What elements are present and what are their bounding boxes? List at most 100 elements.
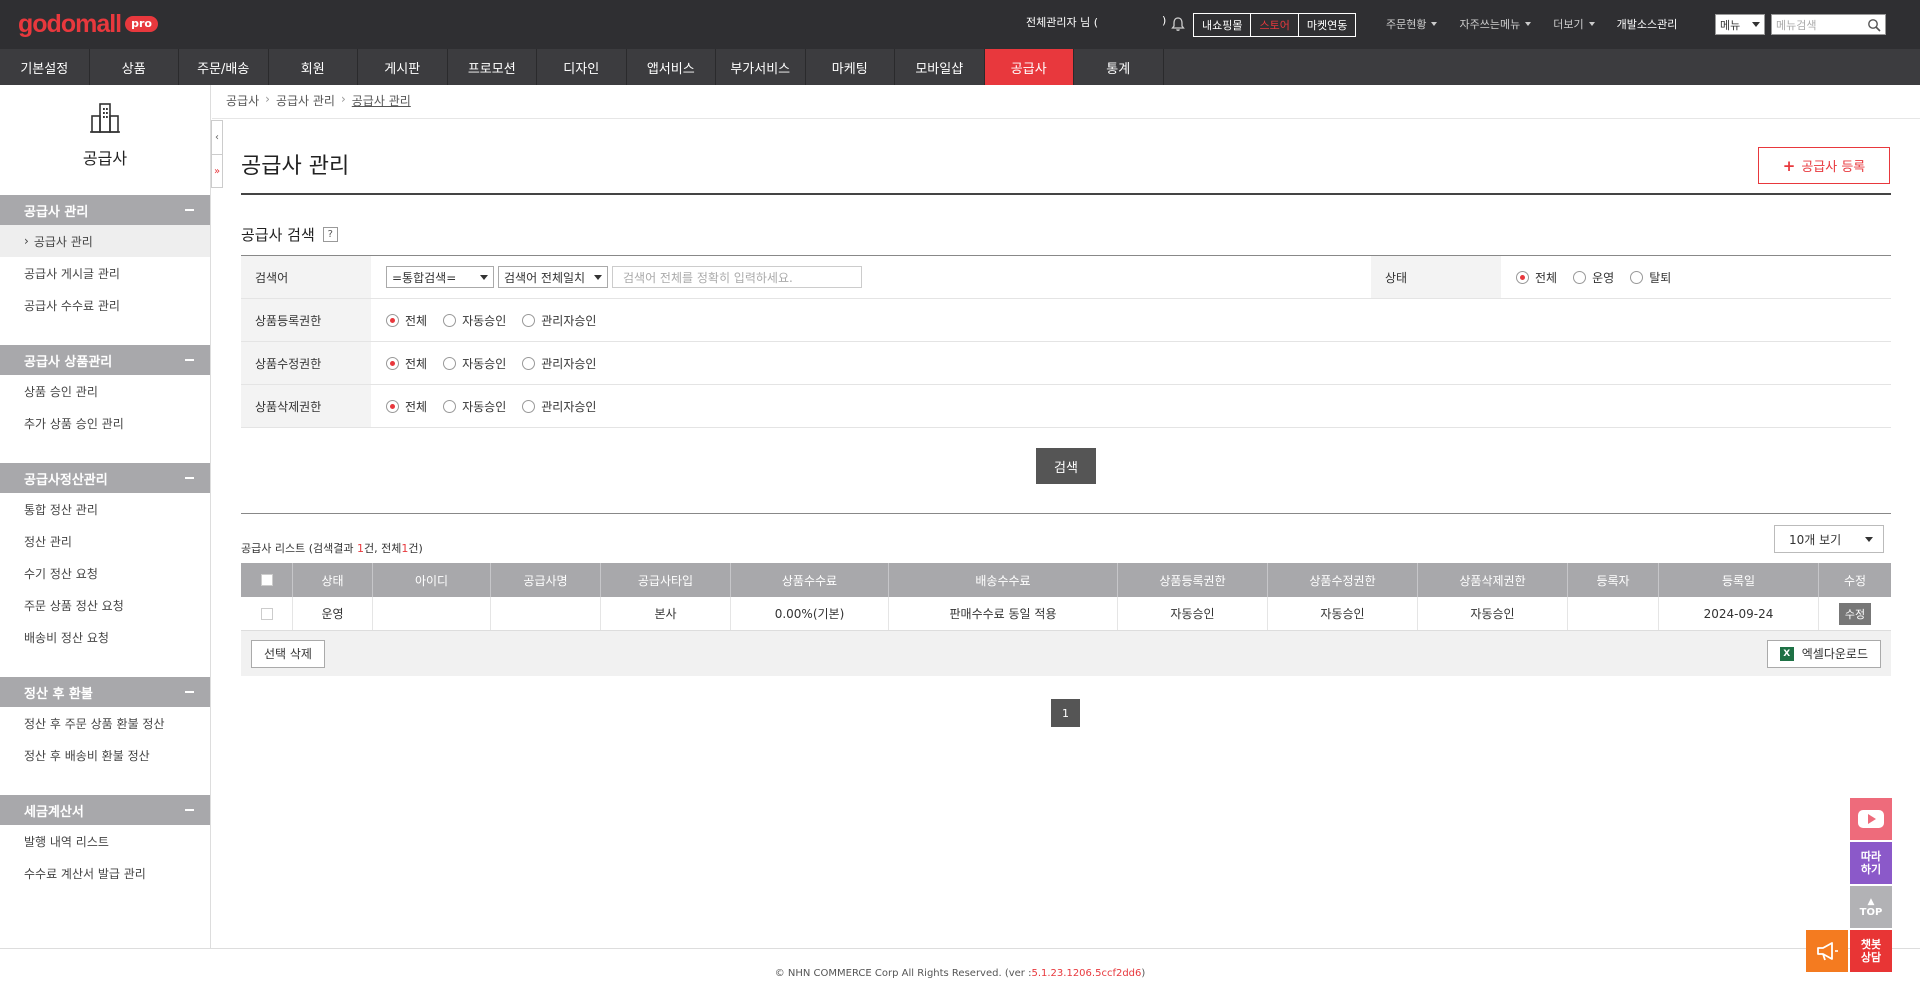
search-icon[interactable] bbox=[1867, 18, 1881, 32]
keyword-input[interactable]: 검색어 전체를 정확히 입력하세요. bbox=[612, 266, 862, 288]
del-perm-radio-all[interactable]: 전체 bbox=[386, 398, 427, 415]
page-size-select[interactable]: 10개 보기 bbox=[1774, 525, 1884, 553]
list-caption: 공급사 리스트 (검색결과 1건, 전체1건) bbox=[241, 540, 423, 556]
sidebar-group-title[interactable]: 정산 후 환불 bbox=[0, 677, 210, 707]
edit-perm-radio-admin[interactable]: 관리자승인 bbox=[522, 355, 596, 372]
nav-supplier[interactable]: 공급사 bbox=[984, 49, 1074, 85]
follow-along-button[interactable]: 따라 하기 bbox=[1850, 842, 1892, 884]
menu-select[interactable]: 메뉴 bbox=[1715, 14, 1765, 35]
search-button[interactable]: 검색 bbox=[1036, 448, 1096, 484]
chatbot-button[interactable]: 챗봇 상담 bbox=[1850, 930, 1892, 972]
sidebar-item-fee-invoice[interactable]: 수수료 계산서 발급 관리 bbox=[0, 857, 210, 889]
sidebar-item-supplier-posts[interactable]: 공급사 게시글 관리 bbox=[0, 257, 210, 289]
more-link[interactable]: 더보기 bbox=[1553, 16, 1595, 32]
logo[interactable]: godomall pro bbox=[18, 10, 158, 38]
chevron-down-icon bbox=[1865, 537, 1873, 542]
reg-perm-radio-all[interactable]: 전체 bbox=[386, 312, 427, 329]
sidebar-group-supplier-mgmt: 공급사 관리 공급사 관리 공급사 게시글 관리 공급사 수수료 관리 bbox=[0, 195, 210, 321]
del-perm-radio-admin[interactable]: 관리자승인 bbox=[522, 398, 596, 415]
top-buttons: 내쇼핑몰 스토어 마켓연동 bbox=[1193, 13, 1357, 37]
sidebar-item-integrated-settlement[interactable]: 통합 정산 관리 bbox=[0, 493, 210, 525]
keyword-cell: =통합검색= 검색어 전체일치 검색어 전체를 정확히 입력하세요. bbox=[371, 256, 1371, 298]
breadcrumb-current[interactable]: 공급사 관리 bbox=[352, 92, 411, 109]
market-link-button[interactable]: 마켓연동 bbox=[1297, 13, 1357, 37]
youtube-button[interactable] bbox=[1850, 798, 1892, 840]
nav-app-service[interactable]: 앱서비스 bbox=[627, 49, 716, 85]
result-count: 1 bbox=[356, 542, 364, 555]
help-icon[interactable]: ? bbox=[322, 227, 338, 242]
store-button[interactable]: 스토어 bbox=[1250, 13, 1299, 37]
sidebar-group-title[interactable]: 세금계산서 bbox=[0, 795, 210, 825]
register-supplier-button[interactable]: + 공급사 등록 bbox=[1758, 147, 1890, 184]
logo-badge: pro bbox=[125, 16, 158, 32]
reg-perm-radio-admin[interactable]: 관리자승인 bbox=[522, 312, 596, 329]
edit-perm-radio-all[interactable]: 전체 bbox=[386, 355, 427, 372]
sidebar-item-supplier-mgmt[interactable]: 공급사 관리 bbox=[0, 225, 210, 257]
breadcrumb-item[interactable]: 공급사 관리 bbox=[276, 92, 335, 109]
page-title: 공급사 관리 bbox=[241, 154, 350, 179]
announcement-button[interactable] bbox=[1806, 930, 1848, 972]
menu-search-input[interactable]: 메뉴검색 bbox=[1771, 14, 1886, 35]
sidebar-item-shipping-settlement[interactable]: 배송비 정산 요청 bbox=[0, 621, 210, 653]
nav-statistics[interactable]: 통계 bbox=[1074, 49, 1164, 85]
sidebar-scroll-icon[interactable]: » bbox=[212, 155, 222, 188]
breadcrumb-item[interactable]: 공급사 bbox=[226, 92, 259, 109]
sidebar-collapse-icon[interactable]: ‹ bbox=[212, 121, 222, 155]
frequent-menu-label: 자주쓰는메뉴 bbox=[1459, 18, 1521, 31]
search-type-select[interactable]: =통합검색= bbox=[386, 266, 494, 288]
nav-marketing[interactable]: 마케팅 bbox=[806, 49, 895, 85]
delete-selected-button[interactable]: 선택 삭제 bbox=[251, 639, 325, 668]
page-number[interactable]: 1 bbox=[1051, 699, 1080, 727]
radio-label: 자동승인 bbox=[462, 356, 507, 371]
frequent-menu-link[interactable]: 자주쓰는메뉴 bbox=[1459, 16, 1532, 32]
table-footer: 선택 삭제 X 엑셀다운로드 bbox=[241, 631, 1891, 676]
sidebar-item-order-settlement[interactable]: 주문 상품 정산 요청 bbox=[0, 589, 210, 621]
col-product-fee: 상품수수료 bbox=[731, 563, 889, 597]
nav-basic-settings[interactable]: 기본설정 bbox=[0, 49, 90, 85]
sidebar-item-shipping-refund[interactable]: 정산 후 배송비 환불 정산 bbox=[0, 739, 210, 771]
row-checkbox[interactable] bbox=[260, 607, 273, 620]
sidebar-group-title[interactable]: 공급사 관리 bbox=[0, 195, 210, 225]
edit-button[interactable]: 수정 bbox=[1838, 602, 1872, 625]
nav-orders[interactable]: 주문/배송 bbox=[179, 49, 269, 85]
nav-addon-service[interactable]: 부가서비스 bbox=[716, 49, 806, 85]
status-radio-withdrawn[interactable]: 탈퇴 bbox=[1630, 269, 1671, 286]
cell-name[interactable] bbox=[491, 597, 601, 630]
nav-members[interactable]: 회원 bbox=[269, 49, 358, 85]
del-perm-radio-auto[interactable]: 자동승인 bbox=[443, 398, 506, 415]
register-supplier-label: 공급사 등록 bbox=[1801, 160, 1866, 175]
breadcrumb: 공급사 › 공급사 관리 › 공급사 관리 bbox=[226, 92, 417, 109]
sidebar-item-manual-settlement[interactable]: 수기 정산 요청 bbox=[0, 557, 210, 589]
nav-design[interactable]: 디자인 bbox=[537, 49, 627, 85]
nav-promotion[interactable]: 프로모션 bbox=[448, 49, 537, 85]
sidebar-item-settlement[interactable]: 정산 관리 bbox=[0, 525, 210, 557]
dev-source-link[interactable]: 개발소스관리 bbox=[1617, 16, 1678, 32]
nav-mobile-shop[interactable]: 모바일샵 bbox=[895, 49, 985, 85]
sidebar-item-addon-approval[interactable]: 추가 상품 승인 관리 bbox=[0, 407, 210, 439]
sidebar-item-supplier-fees[interactable]: 공급사 수수료 관리 bbox=[0, 289, 210, 321]
status-radio-active[interactable]: 운영 bbox=[1573, 269, 1614, 286]
col-reg-perm: 상품등록권한 bbox=[1118, 563, 1268, 597]
nav-products[interactable]: 상품 bbox=[90, 49, 179, 85]
bell-icon[interactable] bbox=[1170, 16, 1186, 32]
sidebar-item-issue-list[interactable]: 발행 내역 리스트 bbox=[0, 825, 210, 857]
edit-perm-radio-auto[interactable]: 자동승인 bbox=[443, 355, 506, 372]
row-select-cell bbox=[241, 597, 293, 630]
sidebar-group-title[interactable]: 공급사 상품관리 bbox=[0, 345, 210, 375]
match-type-select[interactable]: 검색어 전체일치 bbox=[498, 266, 608, 288]
collapse-minus-icon bbox=[185, 809, 194, 811]
order-status-link[interactable]: 주문현황 bbox=[1386, 16, 1438, 32]
nav-board[interactable]: 게시판 bbox=[358, 49, 448, 85]
admin-name[interactable]: 전체관리자 님 ( bbox=[1026, 14, 1098, 30]
sidebar-item-order-refund[interactable]: 정산 후 주문 상품 환불 정산 bbox=[0, 707, 210, 739]
excel-download-button[interactable]: X 엑셀다운로드 bbox=[1766, 639, 1881, 668]
table-row: 운영 본사 0.00%(기본) 판매수수료 동일 적용 자동승인 자동승인 자동… bbox=[241, 597, 1891, 631]
reg-perm-radio-auto[interactable]: 자동승인 bbox=[443, 312, 506, 329]
sidebar-group-title[interactable]: 공급사정산관리 bbox=[0, 463, 210, 493]
select-all-checkbox[interactable] bbox=[260, 574, 273, 586]
sidebar-item-product-approval[interactable]: 상품 승인 관리 bbox=[0, 375, 210, 407]
status-radio-all[interactable]: 전체 bbox=[1516, 269, 1557, 286]
scroll-top-button[interactable]: ▲ TOP bbox=[1850, 886, 1892, 928]
cell-id[interactable] bbox=[373, 597, 491, 630]
my-shop-button[interactable]: 내쇼핑몰 bbox=[1193, 13, 1252, 37]
